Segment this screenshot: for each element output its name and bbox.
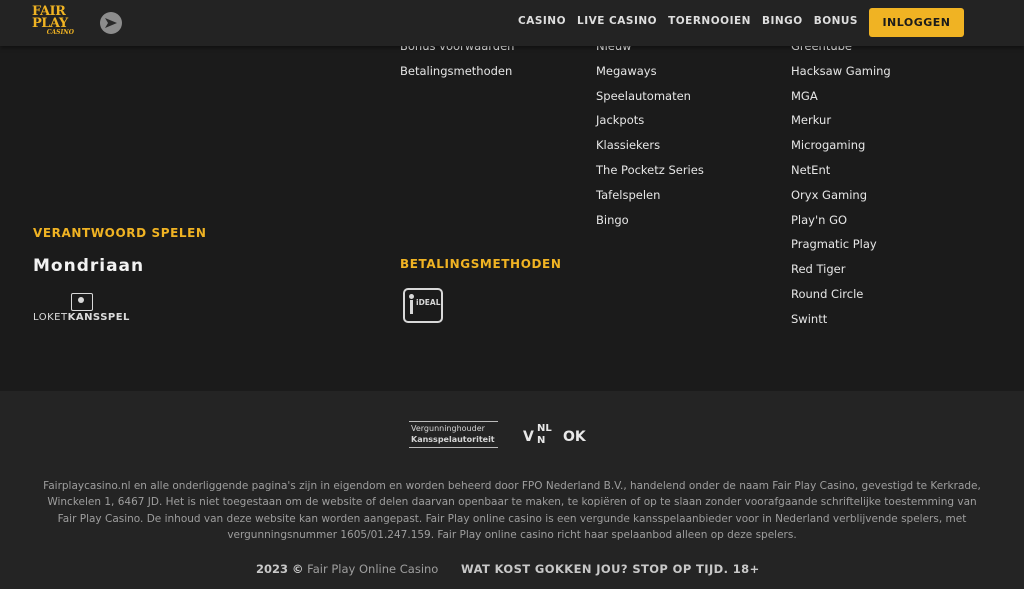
ksa-line-1: Vergunninghouder [411, 424, 485, 433]
vnlok-nl: NL [537, 423, 552, 434]
login-button[interactable]: INLOGGEN [869, 8, 964, 37]
games-links: Nieuw Megaways Speelautomaten Jackpots K… [596, 34, 704, 232]
providers-links: Greentube Hacksaw Gaming MGA Merkur Micr… [791, 34, 891, 332]
monitor-icon [71, 293, 93, 311]
provider-link[interactable]: MGA [791, 84, 891, 109]
payments-title: BETALINGSMETHODEN [400, 257, 562, 271]
vnlok-n: N [537, 435, 546, 446]
provider-link[interactable]: Red Tiger [791, 257, 891, 282]
fairplay-logo[interactable]: FAIR PLAY CASINO [32, 5, 78, 38]
ksa-logo[interactable]: Vergunninghouder Kansspelautoriteit [409, 421, 499, 449]
provider-link[interactable]: Pragmatic Play [791, 232, 891, 257]
ksa-line-2: Kansspelautoriteit [411, 435, 495, 444]
vnlok-logo[interactable]: V NL N OK [523, 421, 589, 449]
mondriaan-logo[interactable]: Mondriaan [33, 256, 144, 276]
responsible-title: VERANTWOORD SPELEN [33, 226, 207, 240]
nav-bonus[interactable]: BONUS [814, 15, 858, 27]
ideal-label: iDEAL [416, 298, 441, 307]
vnlok-ok: OK [563, 429, 586, 445]
provider-link[interactable]: NetEnt [791, 158, 891, 183]
nav-live-casino[interactable]: LIVE CASINO [577, 15, 657, 27]
info-link[interactable]: Betalingsmethoden [400, 59, 514, 84]
provider-link[interactable]: Play'n GO [791, 208, 891, 233]
nav-toernooien[interactable]: TOERNOOIEN [668, 15, 751, 27]
kansspel-text: KANSSPEL [67, 312, 130, 323]
games-link[interactable]: Jackpots [596, 108, 704, 133]
loket-text: LOKET [33, 312, 68, 323]
loket-kansspel-logo[interactable]: LOKETKANSSPEL [33, 293, 133, 325]
games-link[interactable]: Tafelspelen [596, 183, 704, 208]
nav-bingo[interactable]: BINGO [762, 15, 803, 27]
games-link[interactable]: Klassiekers [596, 133, 704, 158]
airplane-icon[interactable] [100, 12, 122, 34]
copyright-company: Fair Play Online Casino [307, 562, 439, 576]
copyright-year: 2023 © [256, 562, 304, 576]
main-nav: CASINO LIVE CASINO TOERNOOIEN BINGO BONU… [507, 15, 858, 27]
provider-link[interactable]: Swintt [791, 307, 891, 332]
ideal-bar-icon [410, 300, 413, 314]
games-link[interactable]: Speelautomaten [596, 84, 704, 109]
provider-link[interactable]: Merkur [791, 108, 891, 133]
provider-link[interactable]: Hacksaw Gaming [791, 59, 891, 84]
ideal-dot-icon [409, 294, 414, 299]
provider-link[interactable]: Round Circle [791, 282, 891, 307]
provider-link[interactable]: Microgaming [791, 133, 891, 158]
nav-casino[interactable]: CASINO [518, 15, 566, 27]
vnlok-v: V [523, 429, 534, 445]
games-link[interactable]: Bingo [596, 208, 704, 233]
legal-disclaimer: Fairplaycasino.nl en alle onderliggende … [43, 480, 981, 541]
games-link[interactable]: Megaways [596, 59, 704, 84]
responsible-slogan: WAT KOST GOKKEN JOU? STOP OP TIJD. 18+ [461, 562, 760, 576]
provider-link[interactable]: Oryx Gaming [791, 183, 891, 208]
copyright: 2023 © Fair Play Online Casino [256, 562, 438, 576]
ideal-logo[interactable]: iDEAL [403, 288, 443, 323]
top-header: FAIR PLAY CASINO CASINO LIVE CASINO TOER… [0, 0, 1024, 46]
games-link[interactable]: The Pocketz Series [596, 158, 704, 183]
